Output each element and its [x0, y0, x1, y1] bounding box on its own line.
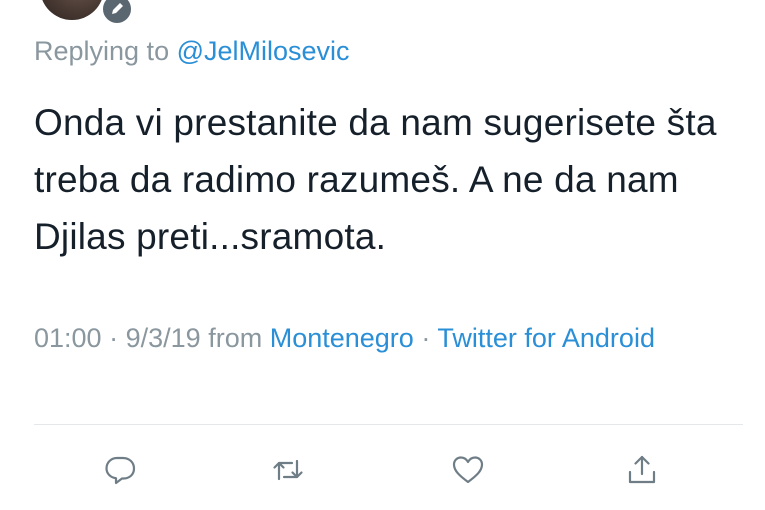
share-button[interactable] — [620, 448, 664, 492]
tweet-time: 01:00 — [34, 323, 102, 353]
reply-icon — [105, 456, 136, 485]
replying-to-label: Replying to — [34, 36, 170, 66]
client-link[interactable]: Twitter for Android — [437, 323, 655, 353]
tweet-detail-view: Replying to @JelMilosevic Onda vi presta… — [0, 0, 765, 510]
tweet-date: 9/3/19 — [125, 323, 201, 353]
divider — [34, 424, 743, 425]
meta-separator: · — [421, 323, 431, 353]
retweet-button[interactable] — [266, 448, 310, 492]
profile-badge-icon — [100, 0, 134, 26]
like-button[interactable] — [446, 448, 490, 492]
retweet-icon — [273, 459, 303, 481]
tweet-meta: 01:00 · 9/3/19 from Montenegro · Twitter… — [34, 318, 734, 358]
reply-button[interactable] — [98, 448, 142, 492]
tweet-text: Onda vi prestanite da nam sugerisete šta… — [34, 102, 717, 257]
share-icon — [628, 455, 656, 484]
avatar[interactable] — [40, 0, 104, 20]
reply-mention-link[interactable]: @JelMilosevic — [177, 36, 350, 66]
like-icon — [452, 456, 484, 484]
meta-separator: · — [109, 323, 119, 353]
tweet-actions-bar — [0, 448, 765, 496]
replying-to-line: Replying to @JelMilosevic — [34, 36, 350, 67]
pencil-icon — [112, 3, 123, 14]
from-label: from — [208, 323, 263, 353]
location-link[interactable]: Montenegro — [270, 323, 414, 353]
